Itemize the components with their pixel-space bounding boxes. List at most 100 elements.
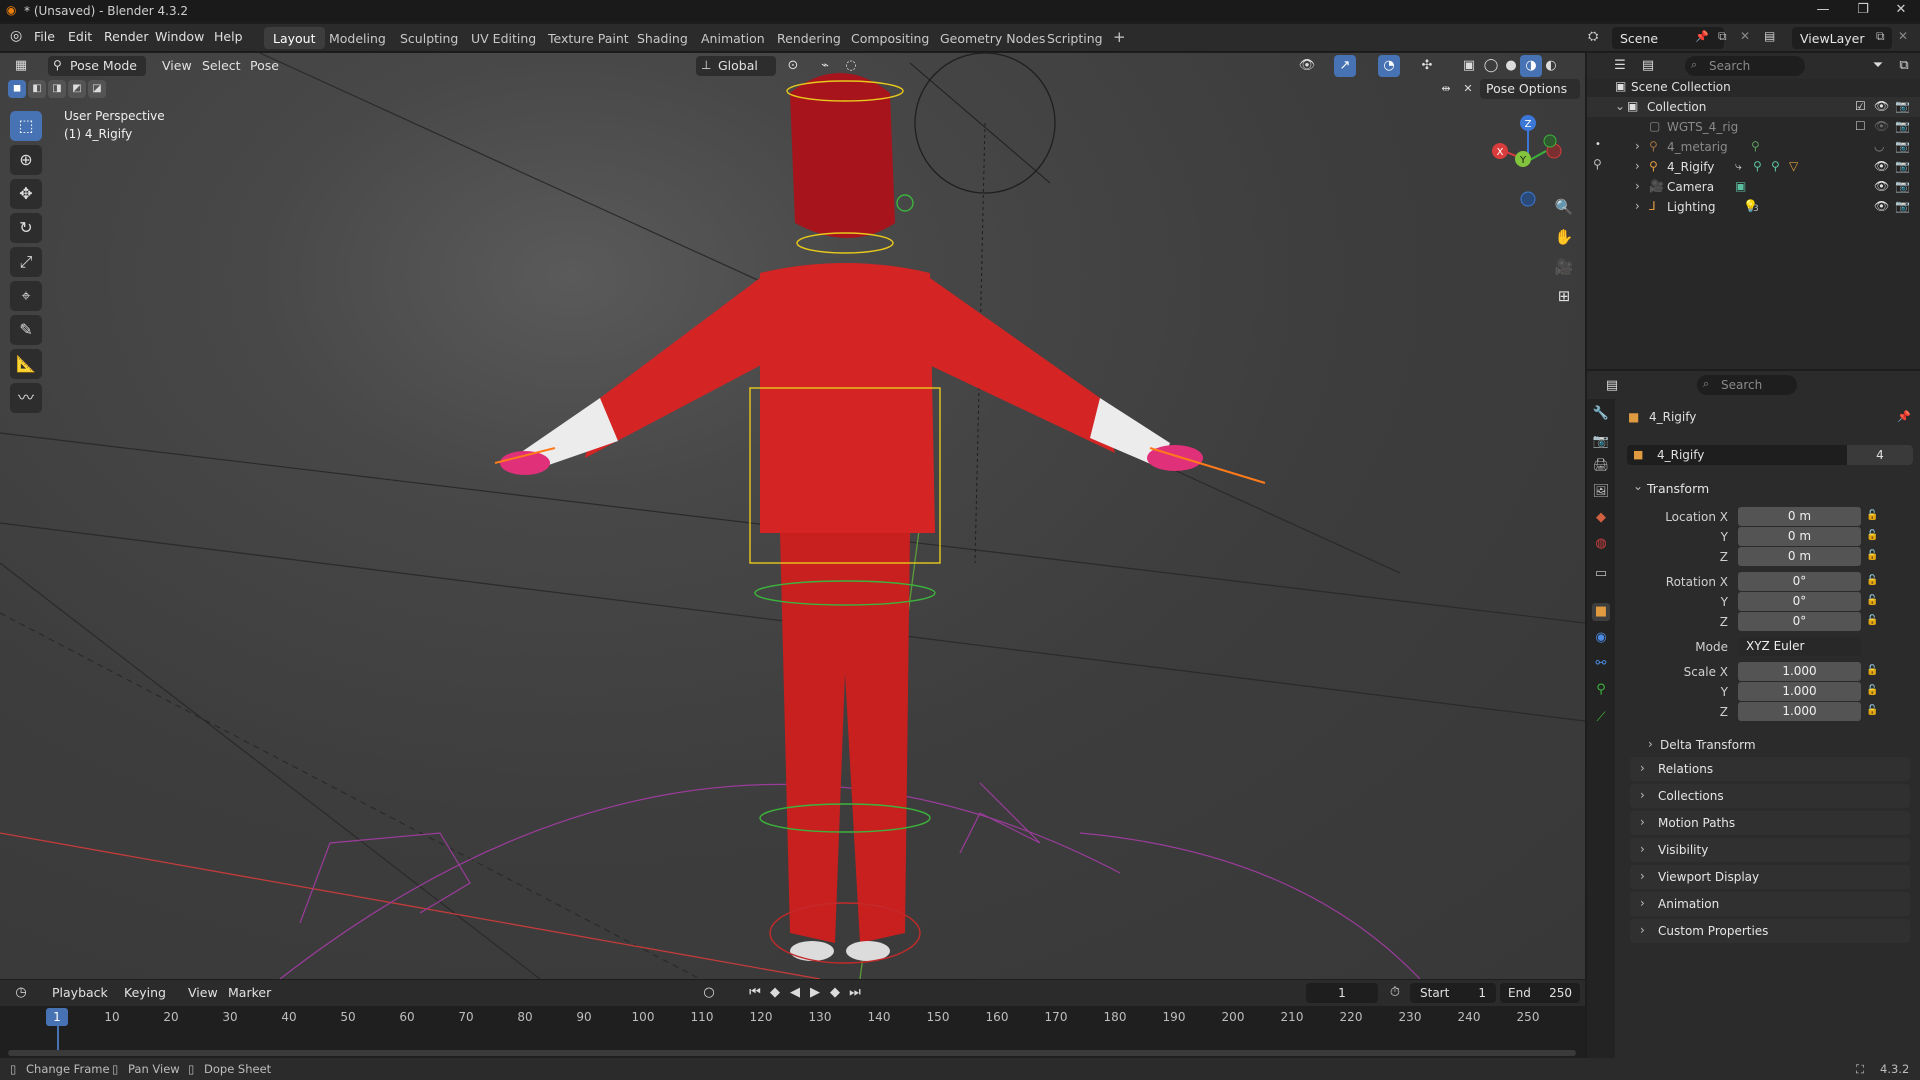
tab-animation[interactable]: Animation — [692, 27, 774, 49]
maximize-button[interactable]: ❐ — [1848, 2, 1878, 17]
collapse-chevron-icon[interactable]: ⌄ — [1615, 99, 1625, 113]
render-camera-icon[interactable]: 📷 — [1895, 179, 1910, 193]
mode-dropdown[interactable]: Pose Mode — [48, 56, 146, 76]
panel-animation[interactable]: › Animation — [1630, 892, 1910, 916]
transform-chevron-icon[interactable]: ⌄ — [1633, 479, 1643, 493]
tab-compositing[interactable]: Compositing — [842, 27, 938, 49]
relax-pose-tool[interactable]: 〰 — [10, 383, 42, 413]
tab-rendering[interactable]: Rendering — [768, 27, 850, 49]
new-view-layer-icon[interactable]: ⧉ — [1876, 29, 1885, 44]
rotation-y-field[interactable]: 0° — [1738, 592, 1861, 611]
expand-chevron-icon[interactable]: › — [1635, 199, 1640, 213]
properties-editor-icon[interactable]: ▤ — [1601, 375, 1623, 397]
play-reverse-icon[interactable]: ◀ — [784, 982, 806, 1004]
collection-tab-icon[interactable]: ▭ — [1592, 565, 1610, 583]
tab-geometry-nodes[interactable]: Geometry Nodes — [931, 27, 1054, 49]
proportional-edit-icon[interactable]: ◌ — [840, 55, 862, 77]
filter-icon[interactable]: ⏷ — [1867, 55, 1889, 77]
scale-x-field[interactable]: 1.000 — [1738, 662, 1861, 681]
scale-y-field[interactable]: 1.000 — [1738, 682, 1861, 701]
panel-collections[interactable]: › Collections — [1630, 784, 1910, 808]
user-count[interactable]: 4 — [1847, 445, 1913, 465]
expand-chevron-icon[interactable]: › — [1635, 179, 1640, 193]
render-camera-icon[interactable]: 📷 — [1895, 139, 1910, 153]
physics-tab-icon[interactable]: ◉ — [1592, 629, 1610, 647]
panel-visibility[interactable]: › Visibility — [1630, 838, 1910, 862]
delta-transform-subpanel[interactable]: Delta Transform — [1660, 738, 1756, 752]
add-workspace-button[interactable]: + — [1104, 27, 1135, 49]
location-y-field[interactable]: 0 m — [1738, 527, 1861, 546]
panel-motion-paths[interactable]: › Motion Paths — [1630, 811, 1910, 835]
start-frame-field[interactable]: Start 1 — [1410, 983, 1496, 1003]
exclude-checkbox-icon[interactable]: ☐ — [1855, 119, 1866, 133]
world-tab-icon[interactable]: ◍ — [1592, 535, 1610, 553]
lock-icon[interactable]: 🔓 — [1866, 510, 1878, 521]
render-camera-icon[interactable]: 📷 — [1895, 159, 1910, 173]
render-camera-icon[interactable]: 📷 — [1895, 119, 1910, 133]
eye-icon[interactable]: 👁 — [1874, 99, 1889, 113]
lock-icon[interactable]: 🔓 — [1866, 705, 1878, 716]
new-scene-icon[interactable]: ⧉ — [1718, 29, 1727, 44]
lock-icon[interactable]: 🔓 — [1866, 665, 1878, 676]
current-frame-field[interactable]: 1 — [1306, 983, 1378, 1003]
location-z-field[interactable]: 0 m — [1738, 547, 1861, 566]
xray-icon[interactable]: ▣ — [1458, 55, 1480, 77]
lock-icon[interactable]: 🔓 — [1866, 615, 1878, 626]
menu-file[interactable]: File — [34, 29, 55, 44]
snap-icon[interactable]: ⌁ — [814, 55, 836, 77]
jump-end-icon[interactable]: ⏭ — [844, 982, 866, 1004]
delete-scene-icon[interactable]: ✕ — [1740, 29, 1750, 43]
delete-view-layer-icon[interactable]: ✕ — [1898, 29, 1908, 43]
select-invert-icon[interactable]: ◩ — [68, 80, 86, 98]
blender-menu-icon[interactable]: ◎ — [10, 28, 22, 44]
lock-icon[interactable]: 🔓 — [1866, 550, 1878, 561]
outliner-editor-icon[interactable]: ☰ — [1609, 55, 1631, 77]
render-tab-icon[interactable]: 📷 — [1592, 433, 1610, 451]
annotate-tool[interactable]: ✎ — [10, 315, 42, 345]
ortho-grid-icon[interactable]: ⊞ — [1550, 282, 1578, 310]
rotation-x-field[interactable]: 0° — [1738, 572, 1861, 591]
tab-shading[interactable]: Shading — [628, 27, 697, 49]
material-shading-icon[interactable]: ◑ — [1520, 55, 1542, 77]
play-icon[interactable]: ▶ — [804, 982, 826, 1004]
properties-search-input[interactable]: Search — [1697, 375, 1797, 395]
outliner-row-wgts[interactable]: ▢ WGTS_4_rig ☐ 👁 📷 — [1587, 117, 1920, 137]
outliner-row-metarig[interactable]: › ⚲ 4_metarig ⚲ ◡ 📷 — [1587, 137, 1920, 157]
select-extend-icon[interactable]: ◧ — [28, 80, 46, 98]
overlays-icon[interactable]: ◔ — [1378, 55, 1400, 77]
menu-help[interactable]: Help — [214, 29, 243, 44]
exclude-checkbox-icon[interactable]: ☑ — [1855, 99, 1866, 113]
pin-icon[interactable]: 📌 — [1897, 410, 1911, 423]
menu-select[interactable]: Select — [196, 56, 247, 76]
panel-viewport-display[interactable]: › Viewport Display — [1630, 865, 1910, 889]
armature-data-tab-icon[interactable]: ⚲ — [1592, 681, 1610, 699]
tab-scripting[interactable]: Scripting — [1038, 27, 1112, 49]
pivot-point-icon[interactable]: ⊙ — [782, 55, 804, 77]
select-box-tool[interactable]: ⬚ — [10, 111, 42, 141]
cursor-tool[interactable]: ⊕ — [10, 145, 42, 175]
scale-tool[interactable]: ⤢ — [10, 247, 42, 277]
menu-timeline-view[interactable]: View — [182, 983, 224, 1003]
rotate-tool[interactable]: ↻ — [10, 213, 42, 243]
bone-tab-icon[interactable]: ⟋ — [1592, 709, 1610, 727]
visibility-icon[interactable]: 👁 — [1296, 55, 1318, 77]
close-button[interactable]: ✕ — [1886, 2, 1916, 17]
location-x-field[interactable]: 0 m — [1738, 507, 1861, 526]
tab-modeling[interactable]: Modeling — [320, 27, 395, 49]
tab-uv-editing[interactable]: UV Editing — [462, 27, 545, 49]
rotation-mode-dropdown[interactable]: XYZ Euler — [1738, 637, 1861, 656]
select-intersect-icon[interactable]: ◪ — [88, 80, 106, 98]
playhead[interactable]: 1 — [46, 1008, 68, 1026]
view-layer-tab-icon[interactable]: 🖼 — [1592, 483, 1610, 501]
next-keyframe-icon[interactable]: ◆ — [824, 982, 846, 1004]
auto-keying-icon[interactable]: ○ — [698, 982, 720, 1004]
select-new-icon[interactable]: ◼ — [8, 80, 26, 98]
pan-hand-icon[interactable]: ✋ — [1550, 223, 1578, 251]
transform-tool[interactable]: ⌖ — [10, 281, 42, 311]
select-subtract-icon[interactable]: ◨ — [48, 80, 66, 98]
delta-transform-chevron-icon[interactable]: › — [1648, 737, 1653, 751]
x-mirror-icon[interactable]: ✕ — [1458, 79, 1478, 99]
lock-icon[interactable]: 🔓 — [1866, 595, 1878, 606]
solid-shading-icon[interactable]: ● — [1500, 55, 1522, 77]
wireframe-shading-icon[interactable]: ◯ — [1480, 55, 1502, 77]
